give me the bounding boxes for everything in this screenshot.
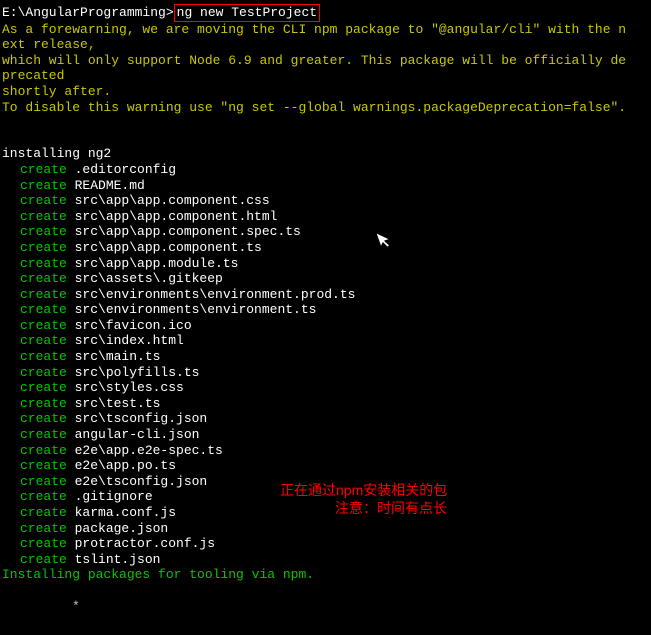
file-path: karma.conf.js [67, 505, 176, 520]
file-line: create src\polyfills.ts [2, 365, 649, 381]
create-label: create [20, 396, 67, 411]
create-label: create [20, 256, 67, 271]
file-line: create README.md [2, 178, 649, 194]
file-line: create src\test.ts [2, 396, 649, 412]
create-label: create [20, 521, 67, 536]
annotation-line-2: 注意：时间有点长 [335, 500, 447, 517]
files-list: create .editorconfigcreate README.mdcrea… [2, 162, 649, 567]
file-line: create src\tsconfig.json [2, 411, 649, 427]
warning-line-7: To disable this warning use "ng set --gl… [2, 100, 649, 116]
file-path: src\tsconfig.json [67, 411, 207, 426]
file-path: src\favicon.ico [67, 318, 192, 333]
file-path: protractor.conf.js [67, 536, 215, 551]
file-line: create .editorconfig [2, 162, 649, 178]
file-path: src\environments\environment.ts [67, 302, 317, 317]
file-path: src\main.ts [67, 349, 161, 364]
prompt-path: E:\AngularProgramming> [2, 5, 174, 20]
file-path: src\index.html [67, 333, 184, 348]
file-line: create e2e\app.po.ts [2, 458, 649, 474]
file-path: src\app\app.component.html [67, 209, 278, 224]
file-path: .gitignore [67, 489, 153, 504]
file-line: create src\assets\.gitkeep [2, 271, 649, 287]
create-label: create [20, 349, 67, 364]
prompt-line: E:\AngularProgramming>ng new TestProject [2, 4, 649, 22]
file-line: create src\app\app.module.ts [2, 256, 649, 272]
create-label: create [20, 458, 67, 473]
file-path: e2e\app.po.ts [67, 458, 176, 473]
create-label: create [20, 271, 67, 286]
file-path: e2e\app.e2e-spec.ts [67, 443, 223, 458]
create-label: create [20, 287, 67, 302]
create-label: create [20, 178, 67, 193]
file-path: tslint.json [67, 552, 161, 567]
create-label: create [20, 224, 67, 239]
create-label: create [20, 474, 67, 489]
installing-message: Installing packages for tooling via npm. [2, 567, 649, 583]
create-label: create [20, 318, 67, 333]
file-line: create package.json [2, 521, 649, 537]
file-line: create src\styles.css [2, 380, 649, 396]
file-path: src\environments\environment.prod.ts [67, 287, 356, 302]
create-label: create [20, 193, 67, 208]
warning-line-4: precated [2, 68, 649, 84]
file-path: src\app\app.component.spec.ts [67, 224, 301, 239]
file-line: create src\app\app.component.css [2, 193, 649, 209]
create-label: create [20, 333, 67, 348]
file-line: create src\environments\environment.prod… [2, 287, 649, 303]
file-path: src\assets\.gitkeep [67, 271, 223, 286]
install-header: installing ng2 [2, 146, 649, 162]
file-path: package.json [67, 521, 168, 536]
file-path: e2e\tsconfig.json [67, 474, 207, 489]
file-line: create protractor.conf.js [2, 536, 649, 552]
create-label: create [20, 427, 67, 442]
file-path: src\app\app.module.ts [67, 256, 239, 271]
create-label: create [20, 162, 67, 177]
create-label: create [20, 302, 67, 317]
file-line: create e2e\app.e2e-spec.ts [2, 443, 649, 459]
file-path: .editorconfig [67, 162, 176, 177]
file-path: src\app\app.component.css [67, 193, 270, 208]
command-highlight: ng new TestProject [174, 4, 320, 22]
blank-1 [2, 115, 649, 131]
file-line: create tslint.json [2, 552, 649, 568]
file-path: README.md [67, 178, 145, 193]
warning-line-1: As a forewarning, we are moving the CLI … [2, 22, 649, 38]
create-label: create [20, 209, 67, 224]
create-label: create [20, 365, 67, 380]
create-label: create [20, 240, 67, 255]
annotation-line-1: 正在通过npm安装相关的包 [280, 482, 447, 499]
warning-line-5: shortly after. [2, 84, 649, 100]
file-line: create src\app\app.component.ts [2, 240, 649, 256]
file-line: create src\app\app.component.spec.ts [2, 224, 649, 240]
create-label: create [20, 489, 67, 504]
create-label: create [20, 443, 67, 458]
file-line: create src\main.ts [2, 349, 649, 365]
create-label: create [20, 380, 67, 395]
file-line: create angular-cli.json [2, 427, 649, 443]
file-line: create src\index.html [2, 333, 649, 349]
warning-line-3: which will only support Node 6.9 and gre… [2, 53, 649, 69]
file-line: create src\favicon.ico [2, 318, 649, 334]
file-line: create src\app\app.component.html [2, 209, 649, 225]
blink-cursor: * [72, 599, 80, 614]
warning-line-2: ext release, [2, 37, 649, 53]
create-label: create [20, 505, 67, 520]
file-path: src\polyfills.ts [67, 365, 200, 380]
command-text: ng new TestProject [177, 5, 317, 20]
cursor-line: * [2, 599, 649, 615]
file-path: src\app\app.component.ts [67, 240, 262, 255]
create-label: create [20, 552, 67, 567]
file-path: src\styles.css [67, 380, 184, 395]
file-path: angular-cli.json [67, 427, 200, 442]
blank-3 [2, 583, 649, 599]
create-label: create [20, 411, 67, 426]
create-label: create [20, 536, 67, 551]
file-path: src\test.ts [67, 396, 161, 411]
blank-2 [2, 131, 649, 147]
file-line: create src\environments\environment.ts [2, 302, 649, 318]
file-line: create karma.conf.js [2, 505, 649, 521]
